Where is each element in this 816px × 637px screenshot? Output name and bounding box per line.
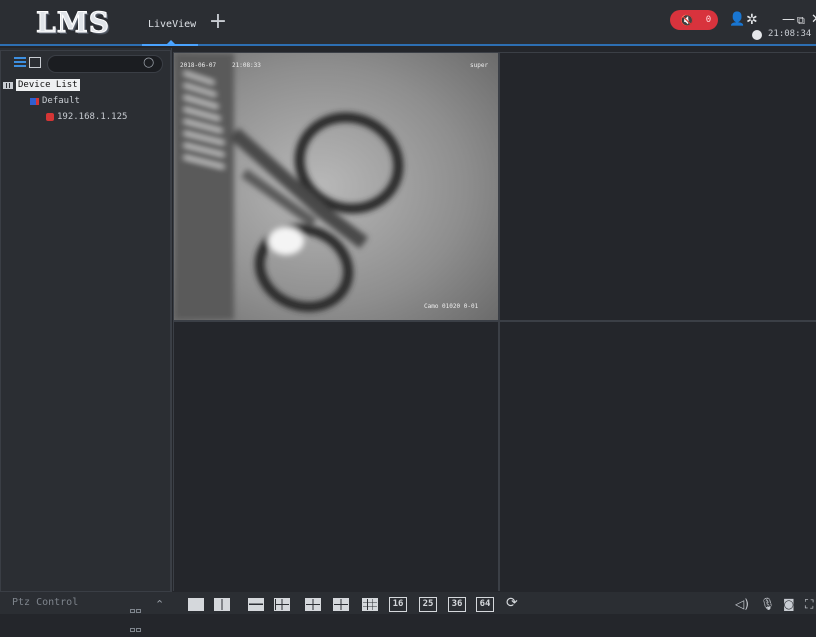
snapshot-icon[interactable]: ◙	[783, 597, 795, 611]
video-frame	[174, 53, 498, 320]
tree-device[interactable]: 192.168.1.125	[46, 112, 127, 122]
microphone-icon[interactable]: 🎙	[760, 597, 775, 611]
device-list-icon	[3, 81, 13, 89]
osd-date: 2018-06-07	[180, 62, 217, 69]
app-logo: LMS	[36, 5, 110, 39]
layout-1-button[interactable]	[188, 598, 204, 611]
layout-3-button[interactable]	[248, 598, 264, 611]
osd-time: 21:08:33	[232, 62, 261, 69]
speaker-icon[interactable]: ◁)	[735, 597, 749, 611]
layout-9-button[interactable]	[362, 598, 378, 611]
chevron-up-icon[interactable]: ⌃	[155, 598, 164, 611]
clock-icon	[752, 30, 762, 40]
device-panel-border	[0, 50, 171, 592]
layout-36-button[interactable]: 36	[448, 597, 466, 612]
fullscreen-icon[interactable]: ⛶	[805, 597, 813, 612]
tree-group-label: Default	[42, 96, 80, 106]
add-tab-button[interactable]: +	[208, 11, 228, 33]
layout-6-button[interactable]	[305, 598, 321, 611]
osd-camera-name: Camo 01020 0-01	[424, 303, 479, 310]
tab-active-underline	[142, 44, 198, 46]
refresh-icon[interactable]: ⟳	[506, 595, 518, 611]
video-grid: 2018-06-07 21:08:33 super Camo 01020 0-0…	[173, 52, 816, 591]
tree-group-default[interactable]: Default	[30, 96, 80, 106]
close-button[interactable]: ✕	[811, 12, 816, 27]
bottom-toolbar	[0, 592, 816, 614]
layout-4-button[interactable]	[274, 598, 290, 611]
video-cell-1[interactable]: 2018-06-07 21:08:33 super Camo 01020 0-0…	[174, 53, 498, 320]
ptz-control-label[interactable]: Ptz Control	[12, 597, 78, 608]
tree-device-label: 192.168.1.125	[57, 112, 128, 122]
user-icon[interactable]: 👤	[729, 12, 745, 27]
layout-25-button[interactable]: 25	[419, 597, 437, 612]
clock-time: 21:08:34	[768, 29, 812, 39]
camera-icon	[46, 113, 54, 121]
tree-root[interactable]: Device List	[3, 79, 80, 91]
restore-button[interactable]: ⧉	[797, 14, 805, 28]
layout-2-button[interactable]	[214, 598, 230, 611]
alarm-button[interactable]: 🔇 0	[670, 10, 718, 30]
osd-user: super	[470, 62, 489, 69]
video-cell-4[interactable]	[500, 322, 816, 591]
ptz-grid-icon[interactable]	[130, 599, 144, 632]
search-icon[interactable]: ○	[143, 56, 157, 70]
gear-icon[interactable]: ✲	[746, 12, 758, 28]
tree-root-label: Device List	[16, 79, 80, 91]
layout-16-button[interactable]: 16	[389, 597, 407, 612]
group-icon	[30, 97, 39, 105]
minimize-button[interactable]: —	[782, 12, 795, 27]
layout-8-button[interactable]	[333, 598, 349, 611]
video-cell-3[interactable]	[174, 322, 498, 591]
list-view-icon[interactable]	[14, 57, 26, 68]
video-cell-2[interactable]	[500, 53, 816, 320]
alarm-count: 0	[705, 15, 712, 25]
tree-view-icon[interactable]	[29, 57, 41, 68]
mute-speaker-icon: 🔇	[680, 13, 694, 27]
layout-64-button[interactable]: 64	[476, 597, 494, 612]
